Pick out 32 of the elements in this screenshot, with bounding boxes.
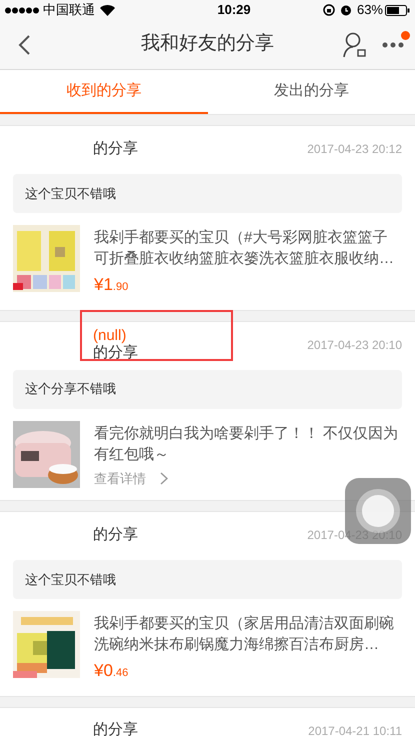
tab[interactable]: 收到的分享	[0, 70, 208, 114]
product-title: 看完你就明白我为啥要剁手了！！ 不仅仅因为有红包哦～	[94, 424, 400, 464]
share-time: 2017-04-23 20:10	[307, 336, 402, 354]
carrier-label: 中国联通	[43, 1, 95, 20]
comment-text: 这个宝贝不错哦	[25, 570, 116, 589]
wifi-icon	[100, 4, 115, 16]
share-time: 2017-04-23 20:12	[307, 141, 402, 158]
details-link[interactable]: 查看详情	[94, 468, 168, 488]
battery-percent: 63%	[356, 1, 383, 20]
share-heading: 的分享	[93, 722, 138, 736]
comment-text: 这个宝贝不错哦	[25, 184, 116, 203]
contact-icon	[343, 32, 367, 58]
share-time: 2017-04-21 10:11	[308, 722, 402, 736]
share-heading: 的分享	[93, 140, 138, 158]
chevron-right-icon	[160, 472, 168, 485]
page-title: 我和好友的分享	[141, 32, 274, 56]
share-heading: 的分享	[93, 526, 138, 544]
share-heading: 的分享	[93, 344, 138, 361]
sender-name: (null)	[93, 328, 128, 344]
product-title: 我剁手都要买的宝贝（#大号彩网脏衣篮篮子可折叠脏衣收纳篮脏衣篓洗衣篮脏衣服收纳…	[94, 228, 395, 269]
tab[interactable]: 发出的分享	[208, 70, 415, 114]
more-dots-icon	[382, 42, 404, 48]
signal-icon	[5, 6, 39, 14]
rotation-lock-icon	[322, 4, 335, 16]
alarm-icon	[340, 4, 352, 16]
back-chevron-icon	[18, 34, 30, 54]
product-title: 我剁手都要买的宝贝（家居用品清洁双面刷碗洗碗纳米抹布刷锅魔力海绵擦百洁布厨房…	[94, 614, 395, 655]
clock-time: 10:29	[216, 1, 251, 20]
price: ¥1.90	[94, 274, 130, 296]
comment-text: 这个分享不错哦	[25, 380, 116, 398]
price: ¥0.46	[94, 660, 130, 682]
battery-icon	[385, 4, 410, 16]
